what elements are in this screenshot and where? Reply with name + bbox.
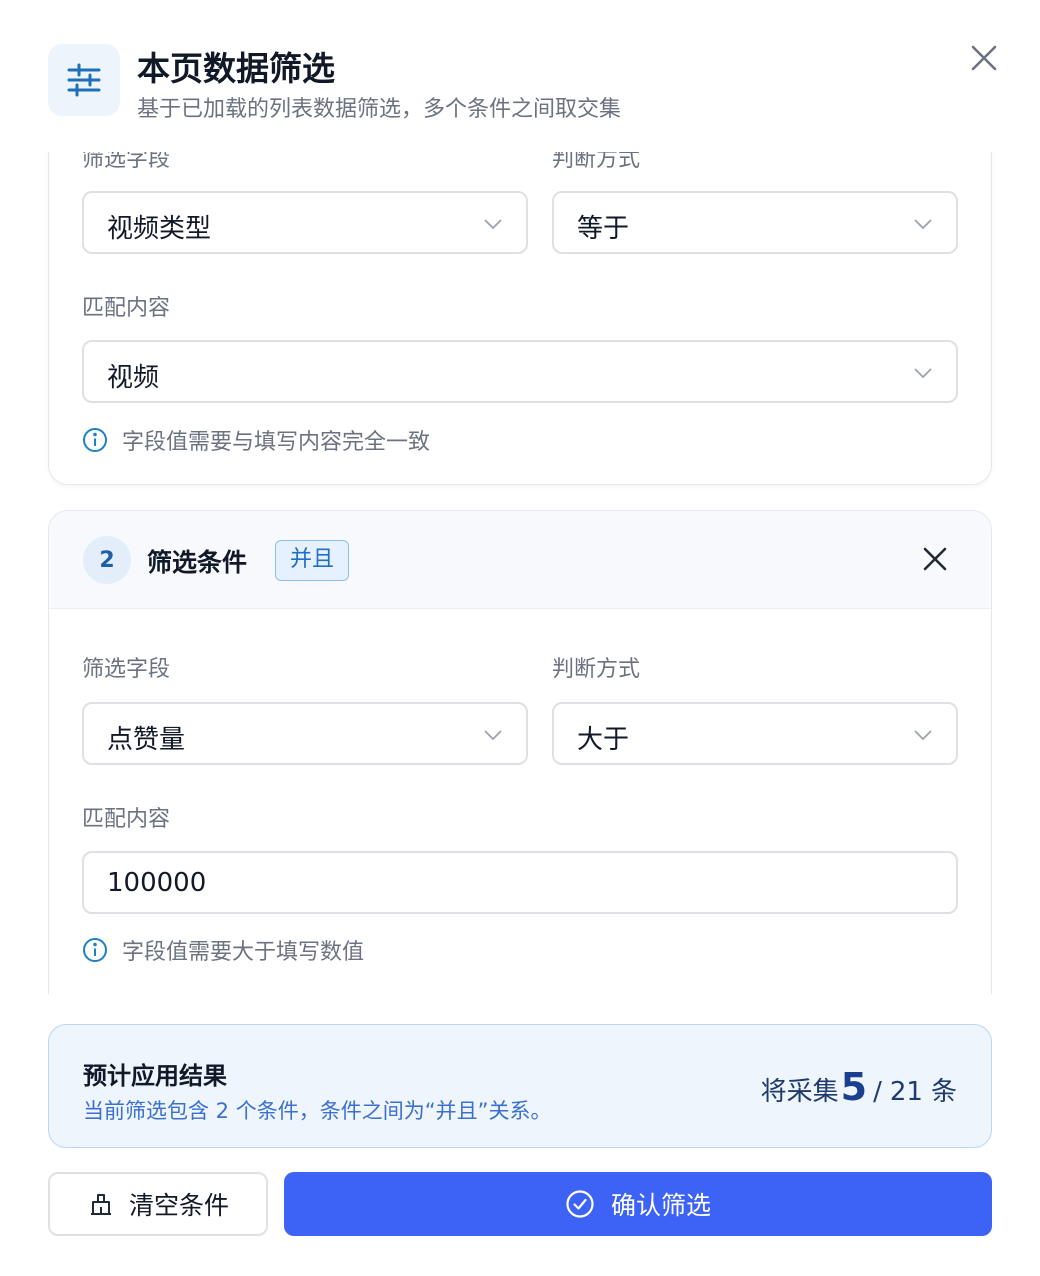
summary-description: 当前筛选包含 2 个条件，条件之间为“并且”关系。 bbox=[83, 1099, 552, 1123]
operator-select-value: 等于 bbox=[577, 214, 630, 244]
info-icon bbox=[83, 938, 107, 962]
hint-text: 字段值需要大于填写数值 bbox=[122, 940, 365, 965]
eraser-icon bbox=[90, 1194, 111, 1215]
summary-title: 预计应用结果 bbox=[83, 1062, 227, 1090]
match-label: 匹配内容 bbox=[82, 807, 171, 832]
close-icon bbox=[971, 45, 997, 71]
confirm-filter-button[interactable]: 确认筛选 bbox=[284, 1172, 992, 1236]
hint: 字段值需要与填写内容完全一致 bbox=[82, 424, 430, 456]
chevron-down-icon bbox=[914, 219, 932, 230]
field-select[interactable]: 点赞量 bbox=[82, 702, 528, 765]
chevron-down-icon bbox=[484, 730, 502, 741]
count-prefix: 将采集 bbox=[760, 1077, 839, 1107]
close-button[interactable] bbox=[962, 36, 1006, 80]
conditions-scroll-area[interactable]: 筛选字段 判断方式 视频类型 等于 匹配内容 视频 字段值需要与填写内容完全一致 bbox=[0, 152, 1040, 994]
operator-label: 判断方式 bbox=[552, 657, 641, 682]
remove-condition-button[interactable] bbox=[915, 539, 955, 579]
field-label: 筛选字段 bbox=[82, 152, 171, 172]
condition-number-badge: 2 bbox=[83, 536, 131, 584]
condition-title: 筛选条件 bbox=[147, 548, 248, 577]
operator-select-value: 大于 bbox=[577, 725, 630, 755]
dialog-title: 本页数据筛选 bbox=[137, 49, 335, 88]
logic-tag: 并且 bbox=[275, 540, 350, 581]
match-label: 匹配内容 bbox=[82, 296, 171, 321]
match-select[interactable]: 视频 bbox=[82, 340, 958, 403]
info-icon bbox=[83, 428, 107, 452]
chevron-down-icon bbox=[914, 368, 932, 379]
field-select[interactable]: 视频类型 bbox=[82, 191, 528, 254]
dialog-subtitle: 基于已加载的列表数据筛选，多个条件之间取交集 bbox=[137, 97, 622, 122]
clear-conditions-button[interactable]: 清空条件 bbox=[48, 1172, 268, 1236]
count-separator: / bbox=[873, 1077, 882, 1107]
total-count: 21 bbox=[889, 1077, 923, 1107]
chevron-down-icon bbox=[484, 219, 502, 230]
field-label: 筛选字段 bbox=[82, 657, 171, 682]
confirm-filter-label: 确认筛选 bbox=[610, 1191, 711, 1220]
count-unit: 条 bbox=[930, 1077, 957, 1107]
check-circle-icon bbox=[566, 1190, 594, 1218]
filter-dialog: 本页数据筛选 基于已加载的列表数据筛选，多个条件之间取交集 筛选字段 判断方式 … bbox=[0, 0, 1040, 1276]
chevron-down-icon bbox=[914, 730, 932, 741]
field-select-value: 点赞量 bbox=[107, 725, 186, 755]
condition-header: 2 筛选条件 并且 bbox=[49, 511, 991, 609]
hint-text: 字段值需要与填写内容完全一致 bbox=[122, 430, 431, 455]
condition-card-2: 2 筛选条件 并且 筛选字段 判断方式 点赞量 大于 匹配内容 100000 字… bbox=[48, 510, 992, 994]
summary-count: 将采集 5 / 21 条 bbox=[761, 1065, 957, 1109]
matched-count: 5 bbox=[840, 1065, 868, 1109]
field-select-value: 视频类型 bbox=[107, 214, 212, 244]
close-icon bbox=[923, 547, 947, 571]
match-input-value: 100000 bbox=[107, 868, 207, 898]
match-input[interactable]: 100000 bbox=[82, 851, 958, 914]
filter-sliders-icon bbox=[48, 44, 120, 116]
hint: 字段值需要大于填写数值 bbox=[82, 934, 364, 966]
result-summary: 预计应用结果 当前筛选包含 2 个条件，条件之间为“并且”关系。 将采集 5 /… bbox=[48, 1024, 992, 1148]
match-select-value: 视频 bbox=[107, 363, 160, 393]
operator-select[interactable]: 等于 bbox=[552, 191, 958, 254]
clear-conditions-label: 清空条件 bbox=[128, 1191, 229, 1220]
condition-card-1: 筛选字段 判断方式 视频类型 等于 匹配内容 视频 字段值需要与填写内容完全一致 bbox=[48, 152, 992, 485]
operator-label: 判断方式 bbox=[552, 152, 641, 172]
operator-select[interactable]: 大于 bbox=[552, 702, 958, 765]
